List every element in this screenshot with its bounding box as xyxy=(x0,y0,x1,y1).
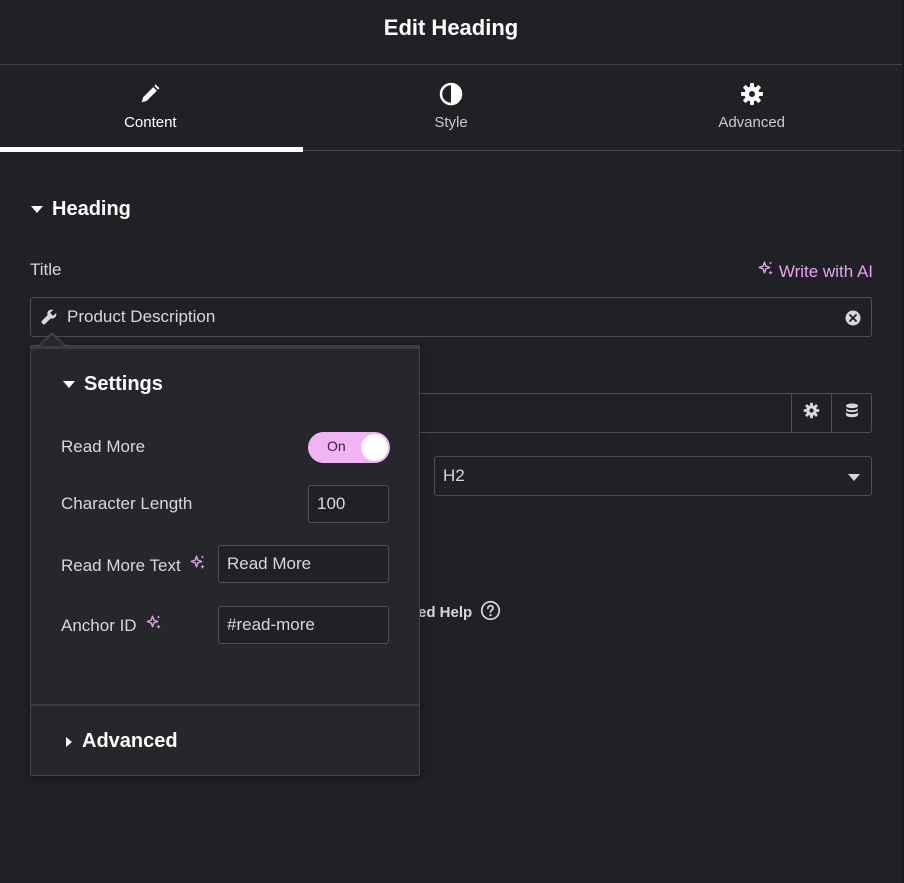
panel-title: Edit Heading xyxy=(383,15,519,40)
tab-advanced-label: Advanced xyxy=(718,114,786,131)
advanced-section-toggle[interactable]: Advanced xyxy=(66,730,178,753)
panel-header: Edit Heading xyxy=(0,0,902,65)
gear-icon xyxy=(803,402,820,424)
title-label: Title xyxy=(30,260,62,279)
ai-sparkle-icon[interactable] xyxy=(145,614,163,637)
section-toggle-heading[interactable]: Heading xyxy=(31,198,131,221)
caret-right-icon xyxy=(66,736,72,747)
read-more-text-input[interactable]: Read More xyxy=(218,545,389,583)
database-icon xyxy=(844,402,860,424)
title-input-value: Product Description xyxy=(67,307,216,326)
clear-icon[interactable] xyxy=(844,309,862,332)
caret-down-icon xyxy=(31,206,43,213)
link-settings-button[interactable] xyxy=(791,394,831,432)
ai-sparkle-icon xyxy=(757,260,775,283)
settings-section-toggle[interactable]: Settings xyxy=(63,373,163,396)
tab-style[interactable]: Style xyxy=(301,65,602,151)
character-length-input[interactable]: 100 xyxy=(308,485,389,523)
character-length-value: 100 xyxy=(317,494,346,513)
html-tag-value: H2 xyxy=(443,466,465,485)
wrench-icon[interactable] xyxy=(31,308,67,326)
anchor-id-label: Anchor ID xyxy=(61,614,163,637)
read-more-text-label: Read More Text xyxy=(61,554,207,577)
help-link-label: ed Help xyxy=(418,604,473,621)
read-more-label: Read More xyxy=(61,437,145,457)
tab-style-label: Style xyxy=(434,114,468,131)
help-link[interactable]: ed Help xyxy=(418,600,501,625)
pencil-icon xyxy=(138,82,162,106)
html-tag-select[interactable]: H2 xyxy=(434,456,872,496)
read-more-text-label-text: Read More Text xyxy=(61,555,181,575)
toggle-knob xyxy=(361,434,388,461)
settings-section-title: Settings xyxy=(84,373,163,395)
settings-popover: Settings Read More On Character Length 1… xyxy=(30,345,420,776)
dynamic-tags-button[interactable] xyxy=(831,394,871,432)
popover-top-border xyxy=(31,346,419,349)
ai-sparkle-icon[interactable] xyxy=(189,554,207,577)
anchor-id-input[interactable]: #read-more xyxy=(218,606,389,644)
chevron-down-icon xyxy=(848,474,860,481)
link-input[interactable] xyxy=(418,393,872,433)
gear-icon xyxy=(740,82,764,106)
question-circle-icon xyxy=(480,600,501,625)
tab-content[interactable]: Content xyxy=(0,65,303,152)
toggle-state-text: On xyxy=(327,438,346,454)
read-more-toggle[interactable]: On xyxy=(308,432,390,463)
anchor-id-label-text: Anchor ID xyxy=(61,615,137,635)
write-with-ai-label: Write with AI xyxy=(778,261,873,281)
popover-divider xyxy=(31,704,419,706)
character-length-label-text: Character Length xyxy=(61,494,193,513)
read-more-text-value: Read More xyxy=(227,554,312,573)
anchor-id-value: #read-more xyxy=(227,615,315,634)
character-length-label: Character Length xyxy=(61,494,192,514)
half-circle-icon xyxy=(439,82,463,106)
caret-down-icon xyxy=(63,381,75,388)
tab-advanced[interactable]: Advanced xyxy=(601,65,902,151)
tab-content-label: Content xyxy=(124,114,177,131)
title-input[interactable]: Product Description xyxy=(30,297,872,337)
section-title: Heading xyxy=(52,198,131,220)
advanced-section-title: Advanced xyxy=(82,730,178,752)
read-more-label-text: Read More xyxy=(61,437,146,456)
write-with-ai-link[interactable]: Write with AI xyxy=(757,260,873,283)
popover-arrow-fill xyxy=(40,335,64,346)
tab-bar: Content Style Advanced xyxy=(0,65,902,152)
